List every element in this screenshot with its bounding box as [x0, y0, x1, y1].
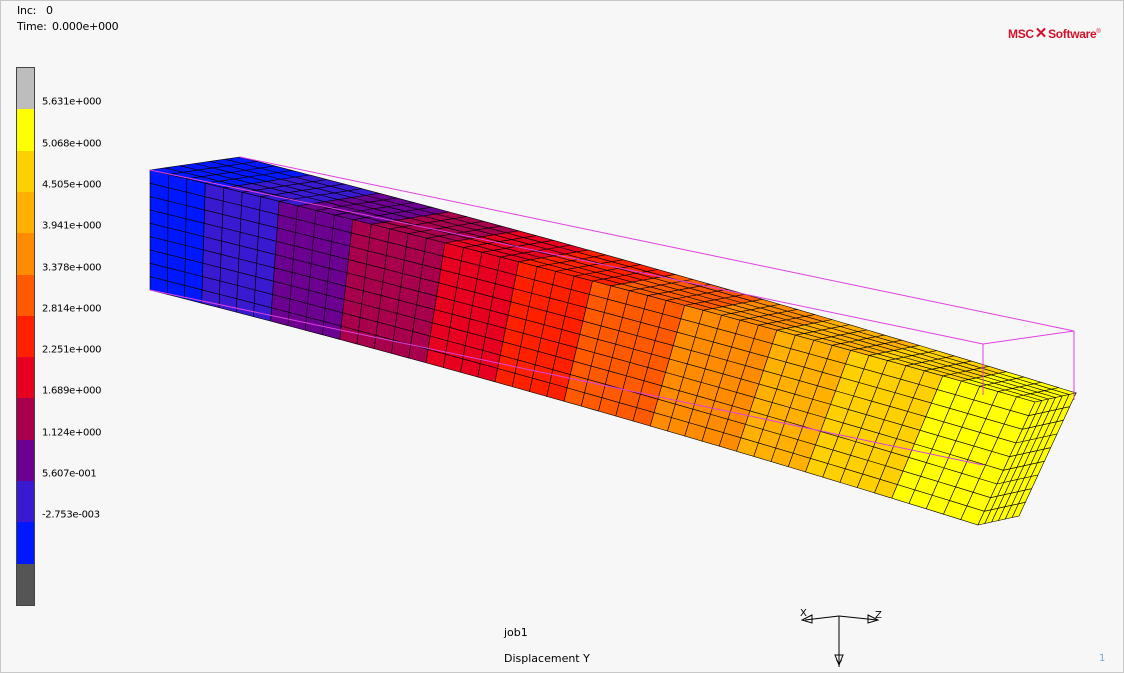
undeformed-edge — [982, 330, 1075, 345]
viewport-number: 1 — [1099, 653, 1106, 664]
beam-mesh — [149, 156, 1078, 526]
model-viewport[interactable]: X Z Y — [0, 0, 1124, 673]
y-axis-label: Y — [835, 659, 843, 670]
axis-triad: X Z Y — [800, 608, 882, 670]
job-name: job1 — [504, 626, 528, 639]
x-axis-line — [804, 615, 840, 621]
z-axis-label: Z — [875, 610, 882, 621]
x-axis-label: X — [800, 608, 807, 619]
result-quantity: Displacement Y — [504, 652, 590, 665]
